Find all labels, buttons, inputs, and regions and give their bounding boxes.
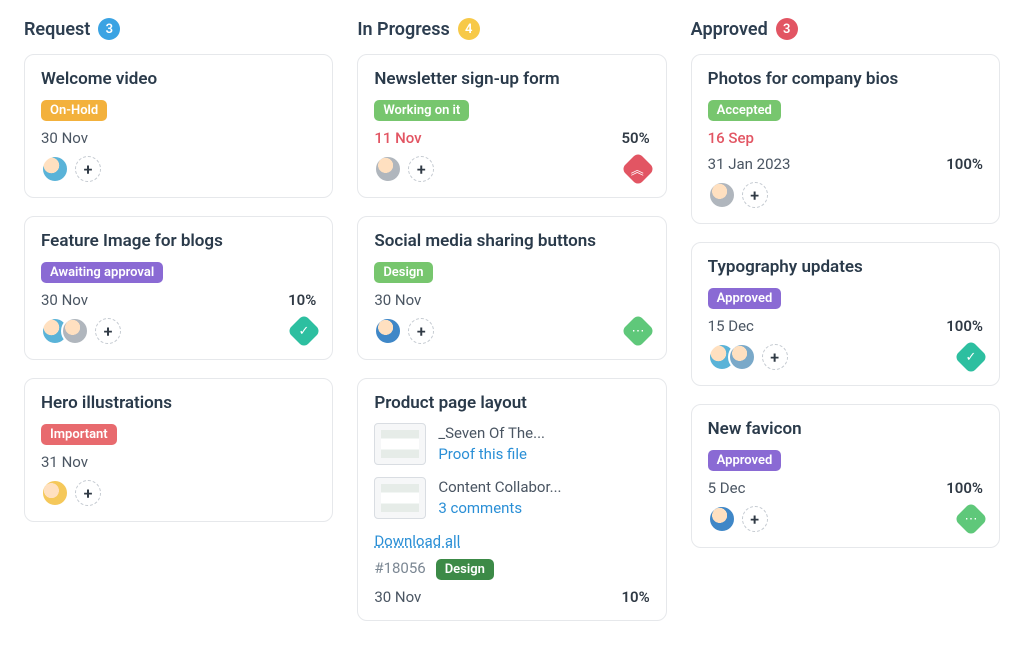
task-title: New favicon xyxy=(708,419,983,439)
task-card[interactable]: Product page layout _Seven Of The... Pro… xyxy=(357,378,666,621)
add-assignee-button[interactable]: + xyxy=(762,344,788,370)
column-request: Request 3 Welcome video On-Hold 30 Nov +… xyxy=(24,18,333,639)
avatar[interactable] xyxy=(708,505,736,533)
task-progress: 100% xyxy=(946,317,983,335)
task-progress: 100% xyxy=(946,479,983,497)
assignee-list: + xyxy=(41,155,101,183)
task-date: 31 Nov xyxy=(41,453,88,471)
attachment-row: Content Collabor... 3 comments xyxy=(374,477,649,519)
avatar[interactable] xyxy=(374,317,402,345)
status-tag: Approved xyxy=(708,450,782,471)
avatar[interactable] xyxy=(41,479,69,507)
status-tag: Accepted xyxy=(708,100,781,121)
add-assignee-button[interactable]: + xyxy=(75,480,101,506)
status-tag: Approved xyxy=(708,288,782,309)
task-title: Feature Image for blogs xyxy=(41,231,316,251)
download-all-link[interactable]: Download all xyxy=(374,532,460,550)
task-progress: 10% xyxy=(621,588,649,606)
assignee-list: + xyxy=(708,343,788,371)
status-tag: Awaiting approval xyxy=(41,262,163,283)
task-card[interactable]: Newsletter sign-up form Working on it 11… xyxy=(357,54,666,198)
task-card[interactable]: Typography updates Approved 15 Dec 100% … xyxy=(691,242,1000,386)
assignee-list: + xyxy=(708,181,768,209)
task-title: Product page layout xyxy=(374,393,649,413)
status-tag: Design xyxy=(436,559,494,580)
assignee-list: + xyxy=(374,155,434,183)
avatar[interactable] xyxy=(61,317,89,345)
task-card[interactable]: New favicon Approved 5 Dec 100% + ⋯ xyxy=(691,404,1000,548)
assignee-list: + xyxy=(41,479,101,507)
add-assignee-button[interactable]: + xyxy=(408,318,434,344)
task-card[interactable]: Welcome video On-Hold 30 Nov + xyxy=(24,54,333,198)
task-date: 11 Nov xyxy=(374,129,421,147)
task-title: Newsletter sign-up form xyxy=(374,69,649,89)
task-date: 5 Dec xyxy=(708,479,746,497)
column-count-badge: 3 xyxy=(98,18,120,40)
assignee-list: + xyxy=(374,317,434,345)
more-icon: ⋯ xyxy=(621,314,655,348)
task-date: 30 Nov xyxy=(374,588,421,606)
check-icon: ✓ xyxy=(954,340,988,374)
task-title: Photos for company bios xyxy=(708,69,983,89)
task-id: #18056 xyxy=(374,559,425,577)
attachment-thumbnail[interactable] xyxy=(374,477,426,519)
check-icon: ✓ xyxy=(287,314,321,348)
attachment-name: _Seven Of The... xyxy=(438,423,545,444)
status-tag: Design xyxy=(374,262,432,283)
column-in-progress: In Progress 4 Newsletter sign-up form Wo… xyxy=(357,18,666,639)
task-card[interactable]: Social media sharing buttons Design 30 N… xyxy=(357,216,666,360)
task-card[interactable]: Hero illustrations Important 31 Nov + xyxy=(24,378,333,522)
column-title: In Progress xyxy=(357,19,449,40)
column-approved: Approved 3 Photos for company bios Accep… xyxy=(691,18,1000,639)
task-title: Welcome video xyxy=(41,69,316,89)
status-tag: On-Hold xyxy=(41,100,107,121)
column-header: Approved 3 xyxy=(691,18,1000,40)
add-assignee-button[interactable]: + xyxy=(408,156,434,182)
avatar[interactable] xyxy=(41,155,69,183)
assignee-list: + xyxy=(41,317,121,345)
add-assignee-button[interactable]: + xyxy=(742,506,768,532)
task-title: Hero illustrations xyxy=(41,393,316,413)
proof-file-link[interactable]: Proof this file xyxy=(438,444,545,465)
status-tag: Important xyxy=(41,424,117,445)
assignee-list: + xyxy=(708,505,768,533)
attachment-thumbnail[interactable] xyxy=(374,423,426,465)
more-icon: ⋯ xyxy=(954,502,988,536)
task-title: Typography updates xyxy=(708,257,983,277)
column-header: Request 3 xyxy=(24,18,333,40)
task-date: 30 Nov xyxy=(41,129,88,147)
column-title: Approved xyxy=(691,19,768,40)
attachment-row: _Seven Of The... Proof this file xyxy=(374,423,649,465)
add-assignee-button[interactable]: + xyxy=(742,182,768,208)
task-date: 30 Nov xyxy=(374,291,421,309)
column-title: Request xyxy=(24,19,90,40)
task-date-secondary: 31 Jan 2023 xyxy=(708,155,791,173)
kanban-board: Request 3 Welcome video On-Hold 30 Nov +… xyxy=(24,18,1000,639)
status-tag: Working on it xyxy=(374,100,469,121)
add-assignee-button[interactable]: + xyxy=(95,318,121,344)
task-date: 15 Dec xyxy=(708,317,754,335)
task-card[interactable]: Feature Image for blogs Awaiting approva… xyxy=(24,216,333,360)
column-header: In Progress 4 xyxy=(357,18,666,40)
column-count-badge: 4 xyxy=(458,18,480,40)
task-date: 30 Nov xyxy=(41,291,88,309)
avatar[interactable] xyxy=(708,181,736,209)
task-progress: 50% xyxy=(621,129,649,147)
task-card[interactable]: Photos for company bios Accepted 16 Sep … xyxy=(691,54,1000,224)
task-progress: 10% xyxy=(288,291,316,309)
task-title: Social media sharing buttons xyxy=(374,231,649,251)
task-progress: 100% xyxy=(946,155,983,173)
comments-link[interactable]: 3 comments xyxy=(438,498,561,519)
add-assignee-button[interactable]: + xyxy=(75,156,101,182)
column-count-badge: 3 xyxy=(776,18,798,40)
task-date: 16 Sep xyxy=(708,129,754,147)
priority-high-icon: ︽ xyxy=(621,152,655,186)
avatar[interactable] xyxy=(728,343,756,371)
avatar[interactable] xyxy=(374,155,402,183)
attachment-name: Content Collabor... xyxy=(438,477,561,498)
